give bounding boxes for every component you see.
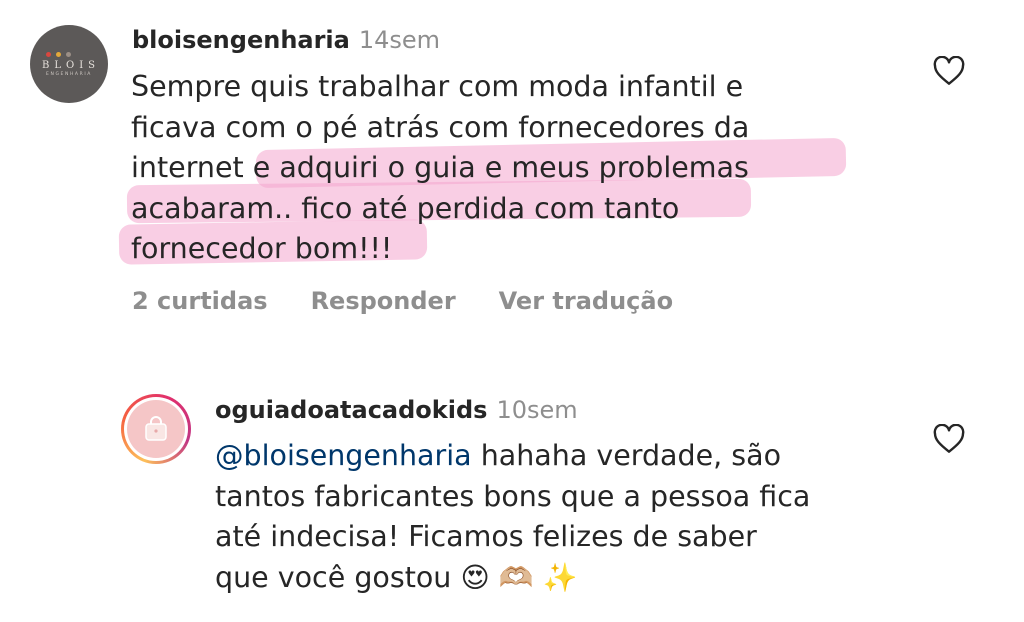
mention-link[interactable]: @bloisengenharia (215, 439, 472, 472)
comment-line: até indecisa! Ficamos felizes de saber (215, 520, 757, 553)
logo-brand: BLOIS (42, 59, 100, 71)
heart-outline-icon[interactable] (933, 424, 965, 454)
avatar-image (127, 400, 185, 458)
likes-count-button[interactable]: 2 curtidas (132, 287, 268, 315)
sparkles-emoji: ✨ (542, 560, 578, 594)
timestamp: 14sem (358, 26, 441, 54)
comment-line: ficava com o pé atrás com fornecedores d… (131, 110, 750, 144)
comment-line: Sempre quis trabalhar com moda infantil … (131, 70, 744, 103)
comment-line-rest: hahaha verdade, são (471, 439, 782, 472)
comment-line: fornecedor bom!!! (131, 232, 393, 265)
see-translation-button[interactable]: Ver tradução (499, 287, 673, 315)
avatar-bloisengenharia[interactable]: BLOIS ENGENHARIA (30, 25, 108, 103)
comment-actions: 2 curtidas Responder Ver tradução (132, 287, 673, 315)
comment-line: internet e adquiri o guia e meus problem… (131, 151, 749, 184)
comment-header: oguiadoatacadokids 10sem (215, 396, 578, 424)
comment-line: acabaram.. fico até perdida com tanto (131, 191, 680, 225)
logo-dots (45, 51, 71, 57)
logo-dot-grey (65, 51, 71, 57)
reply-button[interactable]: Responder (311, 287, 456, 315)
comment-line: @bloisengenharia hahaha verdade, são (215, 436, 810, 477)
heart-hands-emoji: 🫶🏼 (498, 560, 534, 594)
comment-header: bloisengenharia 14sem (132, 26, 440, 54)
logo-dot-red (45, 51, 51, 57)
username[interactable]: bloisengenharia (132, 26, 350, 54)
logo-dot-yellow (55, 51, 61, 57)
comment-line-text: que você gostou (215, 560, 452, 594)
comment-text: @bloisengenharia hahaha verdade, são tan… (215, 436, 810, 598)
username[interactable]: oguiadoatacadokids (215, 396, 487, 424)
heart-eyes-emoji: 😍 (460, 560, 490, 594)
comments-screen: BLOIS ENGENHARIA bloisengenharia 14sem Se… (0, 0, 1024, 622)
comment-text: Sempre quis trabalhar com moda infantil … (131, 67, 749, 270)
timestamp: 10sem (496, 396, 578, 424)
comment-line: que você gostou 😍 🫶🏼 ✨ (215, 558, 810, 599)
comment-line: tantos fabricantes bons que a pessoa fic… (215, 479, 811, 513)
avatar-oguiadoatacadokids[interactable] (121, 394, 191, 464)
shopping-bag-icon (145, 416, 167, 441)
logo-subtitle: ENGENHARIA (46, 71, 92, 77)
avatar-ring-gap (124, 397, 188, 461)
heart-outline-icon[interactable] (933, 56, 965, 86)
